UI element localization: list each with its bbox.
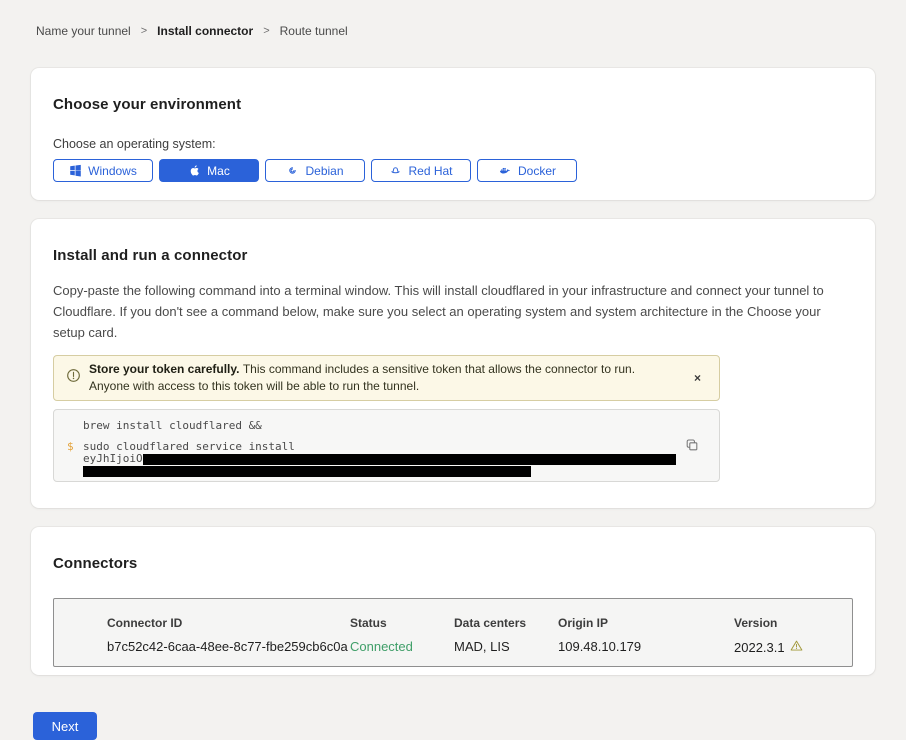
breadcrumb: Name your tunnel > Install connector > R…	[0, 0, 906, 38]
connectors-table-header: Connector ID Status Data centers Origin …	[107, 616, 852, 630]
token-warning-title: Store your token carefully.	[89, 362, 243, 376]
breadcrumb-separator: >	[263, 25, 269, 37]
col-header-connector-id: Connector ID	[107, 616, 350, 630]
os-button-label: Red Hat	[408, 164, 452, 178]
os-button-label: Docker	[518, 164, 556, 178]
token-warning-text: Store your token carefully. This command…	[89, 361, 664, 396]
code-line-sudo: $ sudo cloudflared service install eyJhI…	[67, 441, 705, 477]
token-redaction-bar	[143, 454, 676, 465]
install-connector-title: Install and run a connector	[53, 247, 853, 264]
docker-logo-icon	[498, 164, 512, 177]
token-warning-banner: Store your token carefully. This command…	[53, 355, 720, 401]
install-command-codeblock: brew install cloudflared && $ sudo cloud…	[53, 409, 720, 482]
code-command-group: sudo cloudflared service install eyJhIjo…	[83, 441, 676, 477]
code-line-sudo-text: sudo cloudflared service install	[83, 441, 676, 453]
breadcrumb-separator: >	[141, 25, 147, 37]
os-button-label: Windows	[88, 164, 137, 178]
connectors-card: Connectors Connector ID Status Data cent…	[31, 527, 875, 675]
copy-icon[interactable]	[685, 438, 699, 455]
code-line-brew-text: brew install cloudflared &&	[83, 420, 262, 432]
breadcrumb-route-tunnel[interactable]: Route tunnel	[280, 24, 348, 38]
col-header-version: Version	[734, 616, 852, 630]
os-button-row: Windows Mac Debian Red Hat Docker	[53, 159, 853, 182]
status-badge: Connected	[350, 639, 454, 655]
os-button-redhat[interactable]: Red Hat	[371, 159, 471, 182]
warning-triangle-icon	[790, 639, 803, 655]
origin-ip-value: 109.48.10.179	[558, 639, 734, 655]
apple-logo-icon	[188, 164, 201, 177]
col-header-origin-ip: Origin IP	[558, 616, 734, 630]
col-header-data-centers: Data centers	[454, 616, 558, 630]
environment-card-title: Choose your environment	[53, 96, 853, 113]
col-header-status: Status	[350, 616, 454, 630]
code-line-token-2	[83, 465, 676, 477]
os-select-label: Choose an operating system:	[53, 137, 853, 151]
debian-logo-icon	[286, 164, 299, 177]
os-button-windows[interactable]: Windows	[53, 159, 153, 182]
connectors-title: Connectors	[53, 555, 853, 572]
breadcrumb-install-connector[interactable]: Install connector	[157, 24, 253, 38]
environment-card: Choose your environment Choose an operat…	[31, 68, 875, 200]
alert-circle-icon	[66, 368, 81, 388]
version-value: 2022.3.1	[734, 640, 785, 655]
shell-prompt: $	[67, 441, 83, 477]
os-button-docker[interactable]: Docker	[477, 159, 577, 182]
connectors-table: Connector ID Status Data centers Origin …	[53, 598, 853, 667]
os-button-label: Debian	[305, 164, 343, 178]
code-line-brew: brew install cloudflared &&	[67, 420, 705, 432]
code-line-token: eyJhIjoiO	[83, 453, 676, 465]
os-button-mac[interactable]: Mac	[159, 159, 259, 182]
os-button-label: Mac	[207, 164, 230, 178]
install-connector-card: Install and run a connector Copy-paste t…	[31, 219, 875, 508]
code-prompt-spacer	[67, 420, 83, 432]
token-redaction-bar	[83, 466, 531, 477]
connector-id-value: b7c52c42-6caa-48ee-8c77-fbe259cb6c0a	[107, 639, 350, 655]
redhat-logo-icon	[389, 164, 402, 177]
version-value-cell: 2022.3.1	[734, 639, 852, 655]
breadcrumb-name-your-tunnel[interactable]: Name your tunnel	[36, 24, 131, 38]
os-button-debian[interactable]: Debian	[265, 159, 365, 182]
data-centers-value: MAD, LIS	[454, 639, 558, 655]
windows-logo-icon	[69, 164, 82, 177]
install-connector-description: Copy-paste the following command into a …	[53, 280, 853, 343]
table-row: b7c52c42-6caa-48ee-8c77-fbe259cb6c0a Con…	[107, 639, 852, 655]
next-button[interactable]: Next	[33, 712, 97, 740]
close-icon[interactable]: ×	[688, 370, 707, 386]
token-prefix: eyJhIjoiO	[83, 452, 143, 465]
